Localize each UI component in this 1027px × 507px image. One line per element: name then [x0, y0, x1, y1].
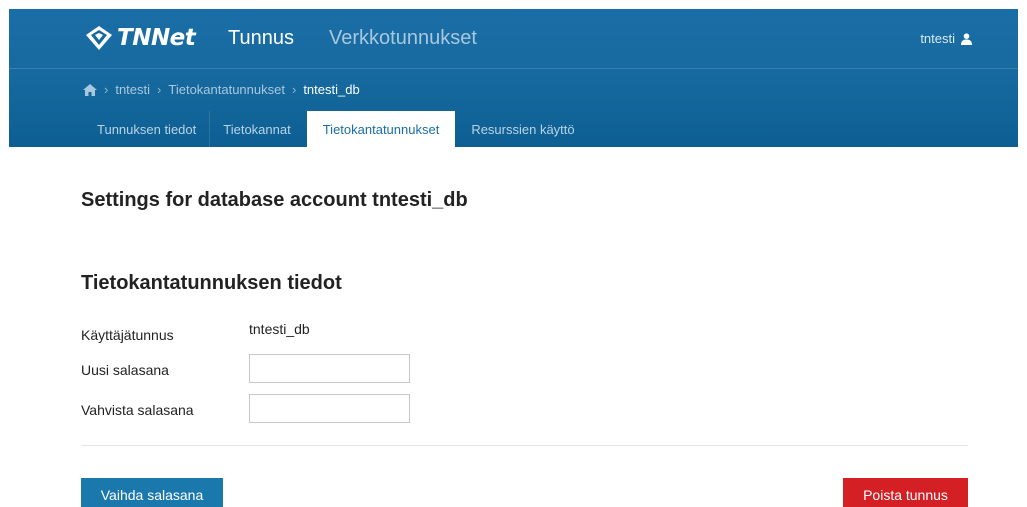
site-header: TNNet Tunnus Verkkotunnukset tntesti › t… [9, 9, 1018, 147]
diamond-logo-icon [86, 26, 112, 50]
tab-tietokantatunnukset[interactable]: Tietokantatunnukset [306, 111, 456, 147]
tab-tunnuksen-tiedot[interactable]: Tunnuksen tiedot [80, 111, 209, 147]
logo-text: TNNet [117, 25, 196, 51]
user-menu[interactable]: tntesti [920, 31, 972, 46]
tnnet-logo[interactable]: TNNet [85, 23, 196, 53]
nav-verkkotunnukset[interactable]: Verkkotunnukset [329, 27, 477, 50]
breadcrumb-current: tntesti_db [303, 82, 360, 97]
tab-tietokannat[interactable]: Tietokannat [209, 111, 303, 147]
section-title: Tietokantatunnuksen tiedot [81, 272, 342, 294]
change-password-button[interactable]: Vaihda salasana [81, 478, 223, 507]
page-title: Settings for database account tntesti_db [81, 189, 468, 211]
breadcrumb: › tntesti › Tietokantatunnukset › tntest… [83, 82, 360, 97]
nav-tunnus[interactable]: Tunnus [228, 27, 294, 50]
confirm-password-label: Vahvista salasana [81, 402, 194, 418]
delete-account-button[interactable]: Poista tunnus [843, 478, 968, 507]
username-value: tntesti_db [249, 321, 310, 337]
home-icon[interactable] [83, 83, 97, 96]
breadcrumb-separator: › [157, 82, 162, 97]
user-name: tntesti [920, 31, 955, 46]
breadcrumb-item-account[interactable]: tntesti [115, 82, 150, 97]
top-navbar: TNNet Tunnus Verkkotunnukset tntesti [9, 9, 1018, 69]
new-password-field[interactable] [249, 354, 410, 383]
new-password-label: Uusi salasana [81, 362, 169, 378]
tab-resurssien-kaytto[interactable]: Resurssien käyttö [458, 111, 587, 147]
confirm-password-field[interactable] [249, 394, 410, 423]
breadcrumb-separator: › [291, 82, 297, 97]
breadcrumb-item-db-accounts[interactable]: Tietokantatunnukset [168, 82, 285, 97]
breadcrumb-separator: › [104, 82, 109, 97]
form-divider [81, 445, 968, 446]
user-icon [961, 32, 972, 45]
username-label: Käyttäjätunnus [81, 327, 174, 343]
tab-bar: Tunnuksen tiedot Tietokannat Tietokantat… [80, 111, 588, 147]
